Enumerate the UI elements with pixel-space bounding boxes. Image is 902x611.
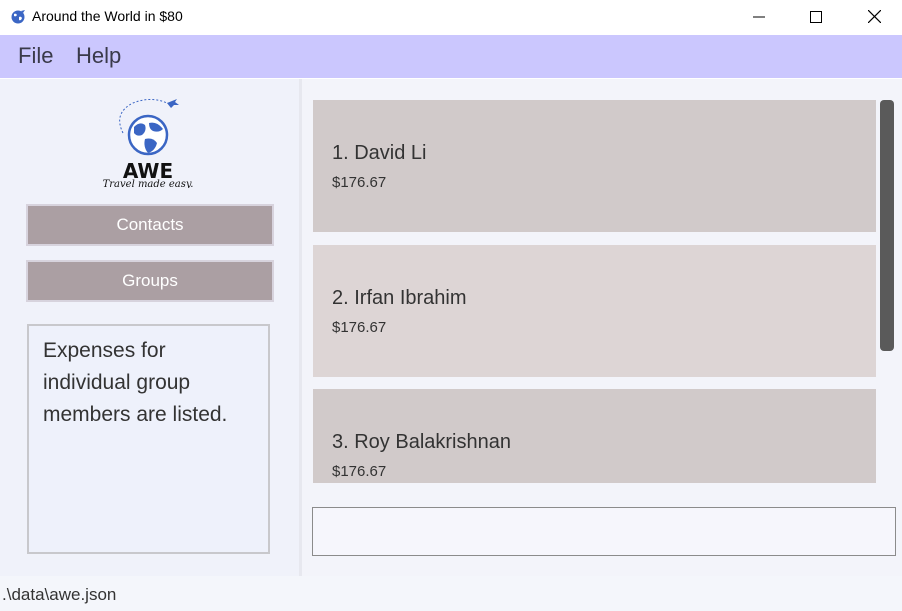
menu-bar: File Help: [0, 35, 902, 78]
maximize-button[interactable]: [787, 0, 845, 33]
logo-tagline: Travel made easy.: [103, 179, 194, 188]
expense-amount: $176.67: [332, 174, 387, 191]
groups-button[interactable]: Groups: [26, 260, 274, 302]
status-bar: .\data\awe.json: [0, 576, 902, 611]
expense-card[interactable]: 1. David Li $176.67: [313, 100, 876, 232]
scrollbar-thumb[interactable]: [880, 100, 894, 351]
menu-file[interactable]: File: [18, 43, 53, 69]
menu-help[interactable]: Help: [76, 43, 121, 69]
globe-icon: [10, 9, 26, 25]
main-panel: 1. David Li $176.67 2. Irfan Ibrahim $17…: [302, 79, 902, 576]
expense-name: 2. Irfan Ibrahim: [332, 287, 467, 309]
expense-card[interactable]: 3. Roy Balakrishnan $176.67: [313, 389, 876, 483]
close-icon: [867, 10, 881, 23]
expense-amount: $176.67: [332, 319, 387, 336]
expense-amount: $176.67: [332, 463, 387, 480]
minimize-button[interactable]: [730, 0, 788, 33]
window-title: Around the World in $80: [32, 8, 183, 24]
maximize-icon: [810, 10, 822, 23]
result-display: [312, 507, 896, 556]
minimize-icon: [753, 16, 765, 17]
title-bar: Around the World in $80: [0, 0, 902, 35]
expense-name: 3. Roy Balakrishnan: [332, 431, 511, 453]
expense-list[interactable]: 1. David Li $176.67 2. Irfan Ibrahim $17…: [313, 100, 877, 483]
app-logo: AWE Travel made easy.: [93, 93, 203, 190]
expense-name: 1. David Li: [332, 142, 427, 164]
sidebar: AWE Travel made easy. Contacts Groups Ex…: [0, 79, 299, 576]
info-text-box: Expenses for individual group members ar…: [27, 324, 270, 554]
contacts-button[interactable]: Contacts: [26, 204, 274, 246]
expense-card[interactable]: 2. Irfan Ibrahim $176.67: [313, 245, 876, 377]
data-file-path: .\data\awe.json: [2, 585, 117, 604]
close-button[interactable]: [845, 0, 902, 33]
